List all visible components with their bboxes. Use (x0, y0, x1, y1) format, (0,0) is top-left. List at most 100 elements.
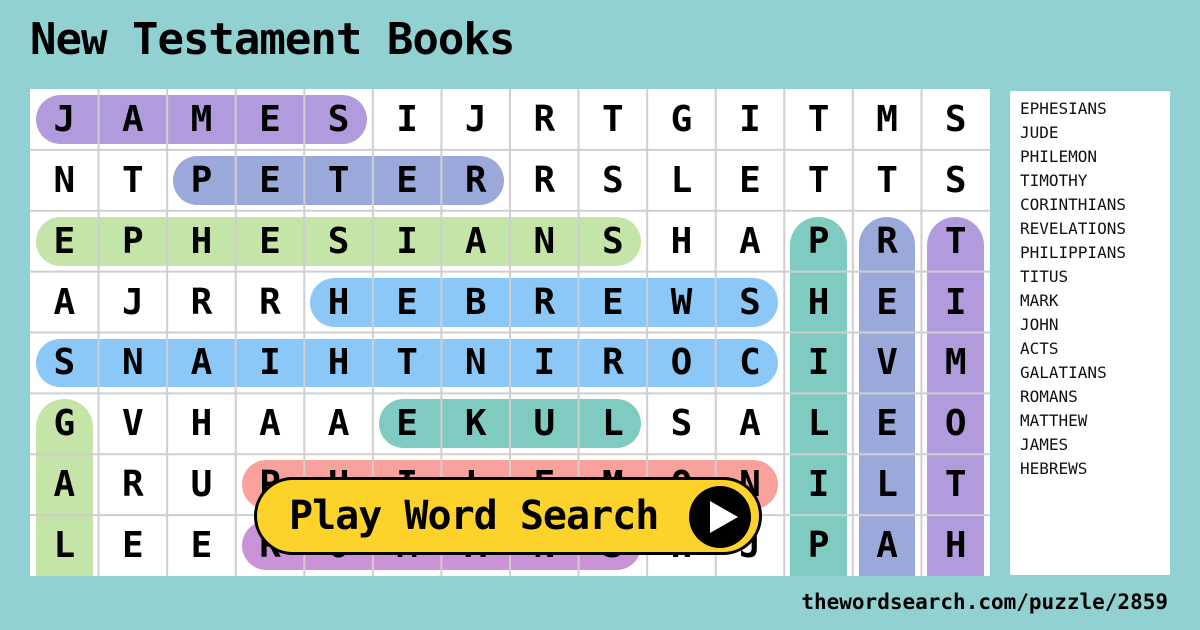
grid-cell[interactable]: P (167, 150, 236, 211)
grid-cell[interactable]: S (304, 89, 373, 150)
grid-cell[interactable]: O (921, 393, 990, 454)
grid-cell[interactable]: R (441, 150, 510, 211)
grid-cell[interactable]: E (30, 211, 99, 272)
grid-cell[interactable]: C (716, 333, 785, 394)
grid-cell[interactable]: S (30, 333, 99, 394)
grid-cell[interactable]: A (30, 272, 99, 333)
grid-cell[interactable]: T (784, 150, 853, 211)
grid-cell[interactable]: N (30, 150, 99, 211)
grid-cell[interactable]: R (579, 333, 648, 394)
grid-cell[interactable]: S (304, 211, 373, 272)
grid-cell[interactable]: I (716, 89, 785, 150)
grid-cell[interactable]: H (784, 272, 853, 333)
grid-cell[interactable]: H (647, 211, 716, 272)
grid-cell[interactable]: E (236, 150, 305, 211)
grid-cell[interactable]: E (373, 393, 442, 454)
word-list-item: ROMANS (1020, 387, 1078, 406)
grid-cell[interactable]: I (373, 89, 442, 150)
grid-cell[interactable]: V (99, 393, 168, 454)
grid-cell[interactable]: U (510, 393, 579, 454)
grid-cell[interactable]: M (921, 333, 990, 394)
grid-cell[interactable]: L (647, 150, 716, 211)
grid-cell[interactable]: H (921, 515, 990, 576)
grid-cell[interactable]: P (99, 211, 168, 272)
grid-cell[interactable]: I (373, 211, 442, 272)
grid-cell[interactable]: A (441, 211, 510, 272)
grid-cell[interactable]: A (716, 211, 785, 272)
grid-cell[interactable]: E (373, 272, 442, 333)
grid-cell[interactable]: I (921, 272, 990, 333)
grid-cell[interactable]: T (99, 150, 168, 211)
grid-cell[interactable]: G (647, 89, 716, 150)
grid-cell[interactable]: S (579, 211, 648, 272)
grid-cell[interactable]: T (921, 211, 990, 272)
grid-cell[interactable]: N (441, 333, 510, 394)
grid-cell[interactable]: L (30, 515, 99, 576)
grid-cell[interactable]: L (853, 454, 922, 515)
grid-cell[interactable]: I (784, 333, 853, 394)
grid-cell[interactable]: P (784, 211, 853, 272)
grid-cell[interactable]: A (30, 454, 99, 515)
word-list-item: JUDE (1020, 123, 1059, 142)
grid-cell[interactable]: H (304, 272, 373, 333)
grid-cell[interactable]: T (784, 89, 853, 150)
grid-cell[interactable]: E (236, 211, 305, 272)
grid-cell[interactable]: E (853, 272, 922, 333)
grid-cell[interactable]: A (99, 89, 168, 150)
grid-cell[interactable]: R (167, 272, 236, 333)
grid-cell[interactable]: H (167, 393, 236, 454)
grid-cell[interactable]: R (510, 150, 579, 211)
grid-cell[interactable]: L (579, 393, 648, 454)
grid-cell[interactable]: N (510, 211, 579, 272)
grid-cell[interactable]: H (304, 333, 373, 394)
grid-cell[interactable]: A (304, 393, 373, 454)
footer-url[interactable]: thewordsearch.com/puzzle/2859 (801, 590, 1168, 614)
play-word-search-button[interactable]: Play Word Search (254, 477, 762, 555)
grid-cell[interactable]: E (373, 150, 442, 211)
grid-cell[interactable]: M (853, 89, 922, 150)
grid-cell[interactable]: R (510, 272, 579, 333)
grid-cell[interactable]: N (99, 333, 168, 394)
grid-cell[interactable]: A (167, 333, 236, 394)
grid-cell[interactable]: S (716, 272, 785, 333)
grid-cell[interactable]: R (99, 454, 168, 515)
grid-cell[interactable]: J (30, 89, 99, 150)
grid-cell[interactable]: W (647, 272, 716, 333)
grid-cell[interactable]: E (716, 150, 785, 211)
grid-cell[interactable]: I (784, 454, 853, 515)
grid-cell[interactable]: T (373, 333, 442, 394)
grid-cell[interactable]: A (853, 515, 922, 576)
grid-cell[interactable]: I (236, 333, 305, 394)
grid-cell[interactable]: E (579, 272, 648, 333)
grid-cell[interactable]: R (853, 211, 922, 272)
grid-cell[interactable]: I (510, 333, 579, 394)
grid-cell[interactable]: P (784, 515, 853, 576)
grid-cell[interactable]: E (236, 89, 305, 150)
grid-cell[interactable]: T (304, 150, 373, 211)
grid-cell[interactable]: V (853, 333, 922, 394)
grid-cell[interactable]: T (579, 89, 648, 150)
grid-cell[interactable]: E (853, 393, 922, 454)
grid-cell[interactable]: A (236, 393, 305, 454)
grid-cell[interactable]: S (921, 150, 990, 211)
grid-cell[interactable]: S (647, 393, 716, 454)
grid-cell[interactable]: G (30, 393, 99, 454)
grid-cell[interactable]: B (441, 272, 510, 333)
grid-cell[interactable]: R (236, 272, 305, 333)
grid-cell[interactable]: A (716, 393, 785, 454)
grid-cell[interactable]: E (167, 515, 236, 576)
grid-cell[interactable]: M (167, 89, 236, 150)
grid-cell[interactable]: K (441, 393, 510, 454)
grid-cell[interactable]: J (441, 89, 510, 150)
grid-cell[interactable]: T (921, 454, 990, 515)
grid-cell[interactable]: S (921, 89, 990, 150)
grid-cell[interactable]: U (167, 454, 236, 515)
grid-cell[interactable]: O (647, 333, 716, 394)
grid-cell[interactable]: H (167, 211, 236, 272)
grid-cell[interactable]: L (784, 393, 853, 454)
grid-cell[interactable]: S (579, 150, 648, 211)
grid-cell[interactable]: J (99, 272, 168, 333)
grid-cell[interactable]: T (853, 150, 922, 211)
grid-cell[interactable]: R (510, 89, 579, 150)
grid-cell[interactable]: E (99, 515, 168, 576)
